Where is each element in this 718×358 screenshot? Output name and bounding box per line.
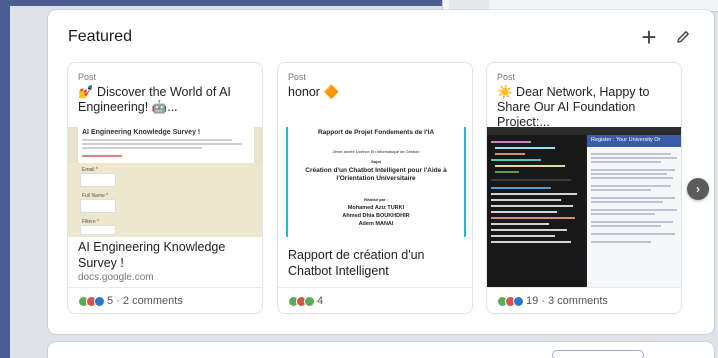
social-counts[interactable]: 4 xyxy=(288,294,323,308)
add-featured-button[interactable]: + xyxy=(638,22,660,52)
featured-item[interactable]: Post ☀️ Dear Network, Happy to Share Our… xyxy=(486,62,682,314)
post-title[interactable]: honor 🔶 xyxy=(288,85,466,100)
like-icon xyxy=(94,295,105,307)
reaction-icons xyxy=(288,295,315,307)
link-caption[interactable]: AI Engineering Knowledge Survey ! docs.g… xyxy=(78,239,256,285)
featured-carousel: Post 💅 Discover the World of AI Engineer… xyxy=(67,62,714,314)
thumb-doc-heading: Register : Your University Or xyxy=(591,137,661,143)
form-preview-thumbnail[interactable]: AI Engineering Knowledge Survey ! Email … xyxy=(68,127,262,237)
caption-title: Rapport de création d'un Chatbot Intelli… xyxy=(288,248,425,278)
post-title[interactable]: 💅 Discover the World of AI Engineering! … xyxy=(78,85,256,115)
document-preview-thumbnail[interactable]: Rapport de Projet Fondements de l'IA 2èm… xyxy=(278,127,472,237)
reaction-icons xyxy=(497,295,524,307)
section-action-button[interactable] xyxy=(552,350,644,358)
window-frame-left xyxy=(0,0,10,358)
like-icon xyxy=(513,295,524,307)
post-type-label: Post xyxy=(497,72,516,82)
featured-item[interactable]: Post honor 🔶 Rapport de Projet Fondement… xyxy=(277,62,473,314)
caption-title: AI Engineering Knowledge Survey ! xyxy=(78,240,226,270)
chevron-right-icon: › xyxy=(696,182,700,196)
window-frame-top xyxy=(0,0,442,6)
social-counts[interactable]: 5 · 2 comments xyxy=(78,294,183,308)
post-type-label: Post xyxy=(78,72,97,82)
support-icon xyxy=(304,295,315,307)
reaction-count: 4 xyxy=(317,295,324,307)
reaction-count: 19 · 3 comments xyxy=(526,295,608,307)
next-section xyxy=(48,342,714,358)
featured-section: Featured + Post 💅 Discover the World of … xyxy=(48,10,714,334)
carousel-next-button[interactable]: › xyxy=(687,178,709,200)
pencil-icon xyxy=(677,31,689,43)
featured-item[interactable]: Post 💅 Discover the World of AI Engineer… xyxy=(67,62,263,314)
image-preview-thumbnail[interactable]: Register : Your University Or xyxy=(487,127,681,287)
featured-title: Featured xyxy=(68,28,133,45)
caption-source: docs.google.com xyxy=(78,272,154,283)
featured-header: Featured + xyxy=(68,22,694,52)
document-caption[interactable]: Rapport de création d'un Chatbot Intelli… xyxy=(288,247,466,279)
post-title[interactable]: ☀️ Dear Network, Happy to Share Our AI F… xyxy=(497,85,675,130)
reaction-icons xyxy=(78,295,105,307)
edit-featured-button[interactable] xyxy=(672,26,694,48)
plus-icon: + xyxy=(641,22,657,52)
post-type-label: Post xyxy=(288,72,307,82)
reaction-count: 5 · 2 comments xyxy=(107,295,183,307)
social-counts[interactable]: 19 · 3 comments xyxy=(497,294,608,308)
thumb-doc-title: AI Engineering Knowledge Survey ! xyxy=(82,129,201,136)
